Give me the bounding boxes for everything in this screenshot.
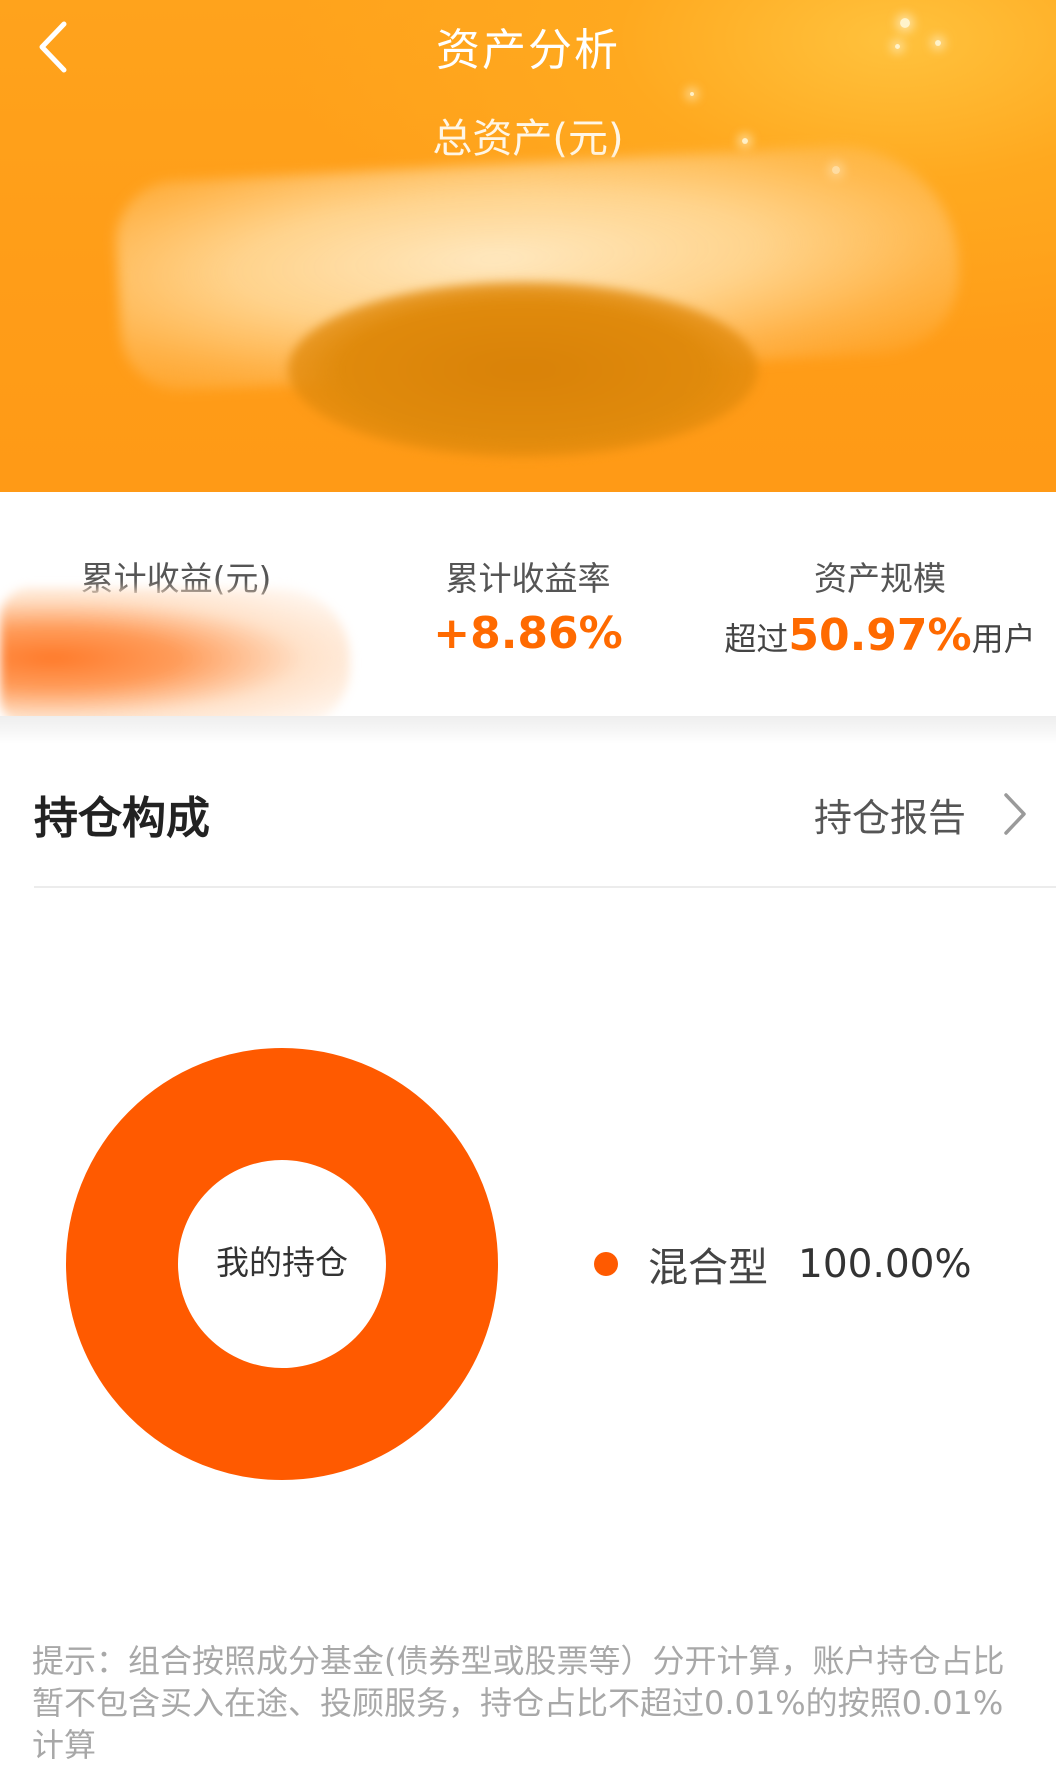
asset-scale-percent: 50.97% bbox=[788, 610, 972, 661]
holdings-report-link[interactable]: 持仓报告 bbox=[814, 784, 1036, 844]
stat-cumulative-income[interactable]: 累计收益(元) bbox=[0, 492, 352, 728]
asset-scale-suffix: 用户 bbox=[971, 620, 1036, 658]
asset-scale-value: 超过50.97%用户 bbox=[704, 610, 1056, 661]
legend-color-dot bbox=[594, 1252, 618, 1276]
holdings-title: 持仓构成 bbox=[34, 793, 210, 844]
total-asset-label: 总资产(元) bbox=[432, 116, 624, 162]
page-title: 资产分析 bbox=[436, 25, 620, 76]
section-divider bbox=[34, 886, 1056, 888]
redacted-total-asset-shade bbox=[288, 282, 758, 457]
sparkle-decoration bbox=[690, 92, 694, 96]
section-separator bbox=[0, 716, 1056, 744]
footnote-text: 提示：组合按照成分基金(债券型或股票等）分开计算，账户持仓占比暂不包含买入在途、… bbox=[32, 1642, 1005, 1764]
legend-item-name: 混合型 bbox=[648, 1245, 768, 1291]
asset-scale-label: 资产规模 bbox=[814, 559, 946, 598]
asset-scale-prefix: 超过 bbox=[724, 620, 789, 658]
stats-row: 累计收益(元) 累计收益率 +8.86% 资产规模 超过50.97%用户 bbox=[0, 492, 1056, 728]
holdings-report-label: 持仓报告 bbox=[813, 795, 966, 840]
redacted-cumulative-income bbox=[0, 588, 350, 728]
donut-center-label: 我的持仓 bbox=[216, 1243, 348, 1282]
chart-legend: 混合型 100.00% bbox=[594, 1236, 972, 1292]
stat-asset-scale[interactable]: 资产规模 超过50.97%用户 bbox=[704, 492, 1056, 722]
cumulative-return-rate-value: +8.86% bbox=[433, 608, 623, 659]
cumulative-return-rate-label: 累计收益率 bbox=[445, 559, 611, 598]
chevron-right-icon bbox=[1004, 793, 1026, 835]
stat-cumulative-return-rate[interactable]: 累计收益率 +8.86% bbox=[352, 492, 704, 722]
legend-item-value: 100.00% bbox=[798, 1241, 972, 1287]
asset-header: 资产分析 总资产(元) bbox=[0, 0, 1056, 492]
